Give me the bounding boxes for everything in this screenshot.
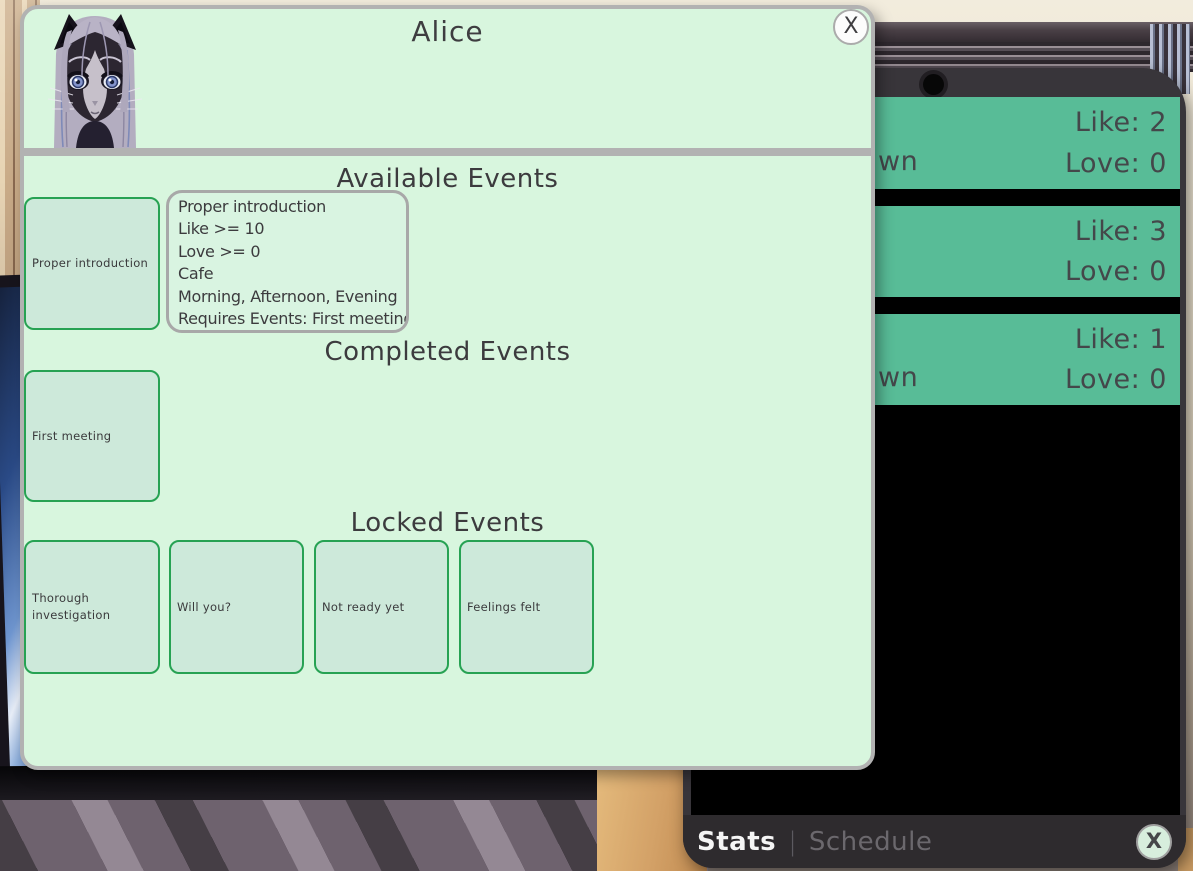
dialog-body: Available Events Proper introduction Pro… (24, 156, 871, 766)
tooltip-line: Cafe (178, 264, 214, 284)
section-heading-available: Available Events (336, 164, 559, 194)
tab-schedule[interactable]: Schedule (809, 827, 932, 857)
stat-values: Like: 2 Love: 0 (1065, 97, 1167, 189)
phone-close-button[interactable]: X (1136, 823, 1172, 860)
event-card-will-you[interactable]: Will you? (169, 540, 304, 674)
like-stat: Like: 1 (1074, 323, 1167, 355)
love-stat: Love: 0 (1064, 148, 1167, 179)
tab-stats[interactable]: Stats (697, 827, 776, 857)
tooltip-line: Proper introduction (178, 197, 326, 216)
tooltip-line: Requires Events: First meeting (178, 309, 409, 329)
dialog-divider (24, 148, 871, 156)
tooltip-line: Morning, Afternoon, Evening (178, 286, 398, 306)
like-stat: Like: 3 (1074, 215, 1167, 247)
character-name-fragment: wn (878, 146, 919, 177)
tab-divider: | (788, 826, 797, 857)
event-card-thorough-investigation[interactable]: Thorough investigation (24, 540, 160, 674)
game-screen: wn Like: 2 Love: 0 Like: 3 Love: 0 wn Li… (0, 0, 1193, 871)
section-heading-completed: Completed Events (324, 337, 571, 367)
event-card-feelings-felt[interactable]: Feelings felt (459, 540, 594, 674)
dialog-close-button[interactable]: X (833, 9, 869, 45)
event-card-first-meeting[interactable]: First meeting (24, 370, 160, 502)
dialog-title: Alice (411, 15, 484, 48)
dialog-header: Alice X (24, 9, 871, 148)
character-name-fragment: wn (878, 362, 919, 393)
event-card-not-ready-yet[interactable]: Not ready yet (314, 540, 449, 674)
phone-camera-dot (923, 74, 944, 95)
stat-values: Like: 1 Love: 0 (1065, 314, 1167, 405)
tooltip-line: Like >= 10 (178, 219, 265, 239)
section-heading-locked: Locked Events (350, 508, 545, 538)
event-card-proper-introduction[interactable]: Proper introduction (24, 197, 160, 330)
phone-tab-bar: Stats | Schedule X (683, 815, 1186, 868)
love-stat: Love: 0 (1064, 364, 1167, 396)
love-stat: Love: 0 (1064, 256, 1167, 288)
event-tooltip: Proper introduction Like >= 10 Love >= 0… (166, 190, 409, 333)
like-stat: Like: 2 (1074, 107, 1167, 138)
tooltip-line: Love >= 0 (178, 241, 261, 261)
stat-values: Like: 3 Love: 0 (1065, 206, 1167, 297)
character-events-dialog: Alice X Available Events Proper introduc… (20, 5, 875, 770)
